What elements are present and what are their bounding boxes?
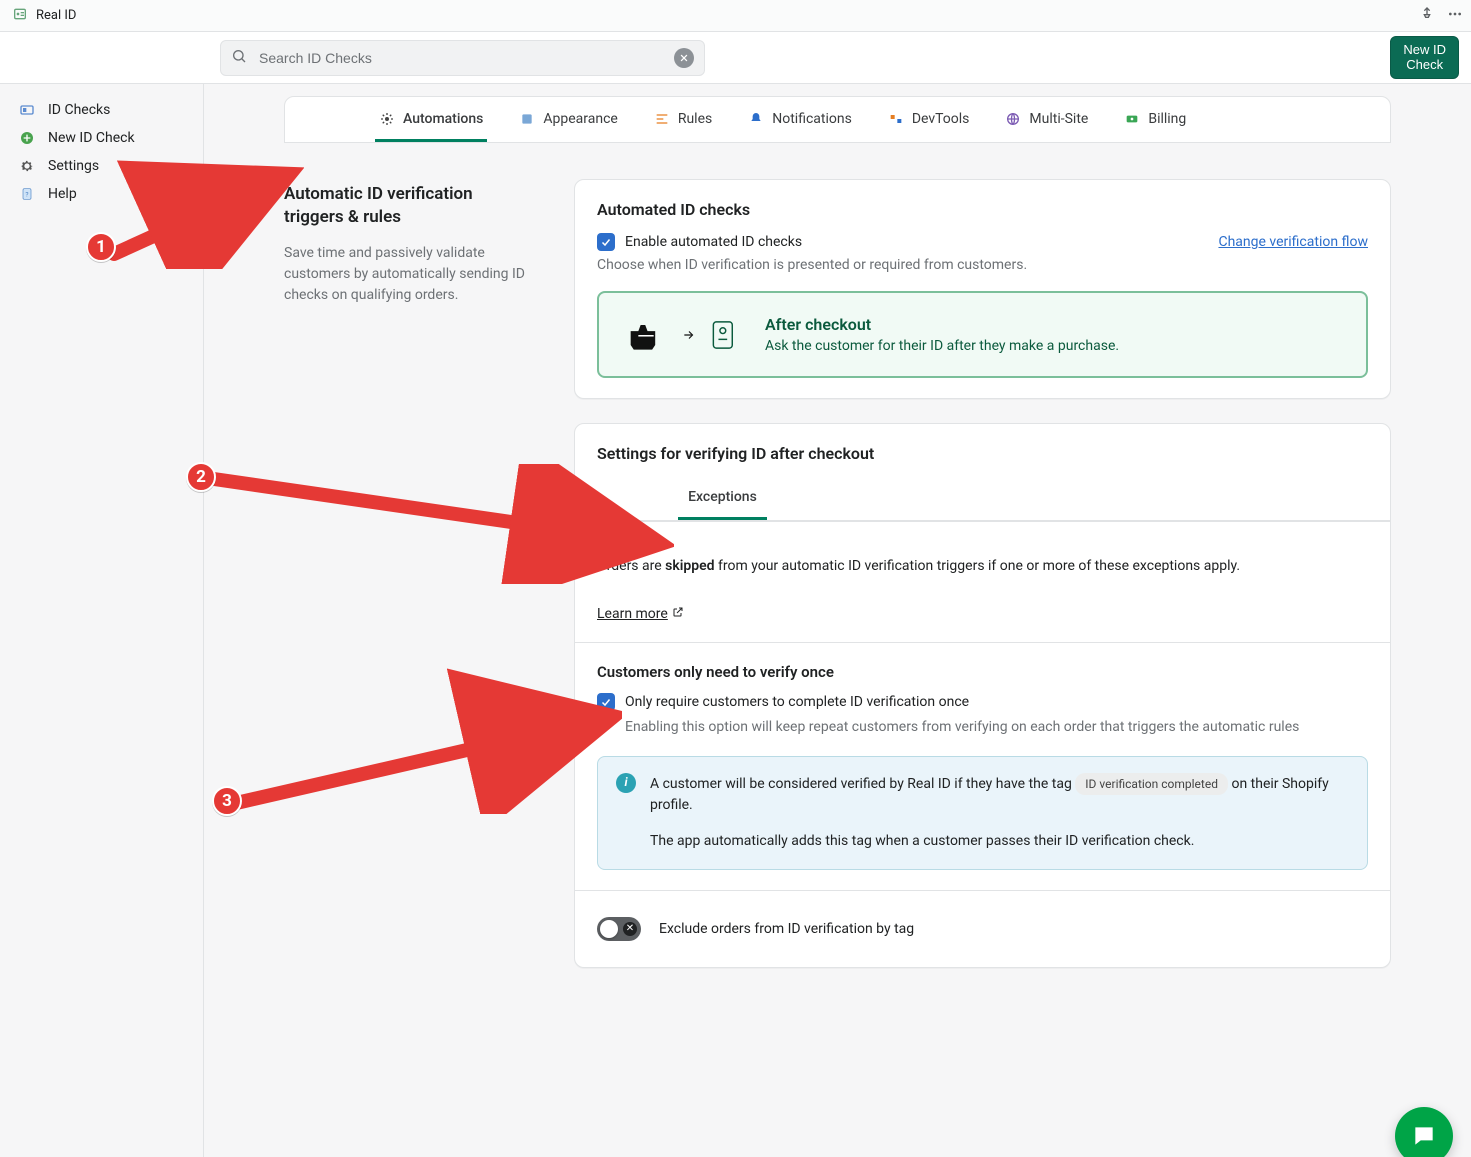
intro: Automatic ID verification triggers & rul… (284, 179, 534, 968)
settings-tabs: Automations Appearance Rules Notificatio… (284, 96, 1391, 143)
tab-label: Notifications (772, 111, 852, 127)
appearance-icon (519, 111, 535, 127)
checkbox-enable-automated[interactable] (597, 233, 615, 251)
clear-search-icon[interactable] (674, 48, 694, 68)
search-field[interactable] (220, 40, 705, 76)
svg-text:?: ? (25, 191, 28, 199)
sidebar-item-label: Settings (48, 158, 99, 174)
flow-title: After checkout (765, 315, 1119, 334)
more-icon[interactable] (1447, 6, 1463, 26)
tab-automations[interactable]: Automations (375, 97, 487, 142)
intro-body: Save time and passively validate custome… (284, 243, 534, 306)
tab-notifications[interactable]: Notifications (744, 97, 856, 142)
help-doc-icon: ? (18, 186, 36, 202)
info-icon: i (616, 773, 636, 793)
pin-icon[interactable] (1419, 6, 1435, 26)
exclude-by-tag-row: ✕ Exclude orders from ID verification by… (575, 890, 1390, 967)
titlebar: Real ID (0, 0, 1471, 32)
toggle-off-icon: ✕ (623, 922, 637, 936)
subtab-label: Exceptions (688, 489, 757, 505)
tab-label: Appearance (543, 111, 617, 127)
sidebar-item-label: Help (48, 186, 77, 202)
main: Automations Appearance Rules Notificatio… (204, 84, 1471, 1157)
external-link-icon (672, 606, 684, 622)
billing-icon (1124, 111, 1140, 127)
flow-body: Ask the customer for their ID after they… (765, 338, 1119, 354)
tab-label: DevTools (912, 111, 970, 127)
learn-more-link[interactable]: Learn more (597, 606, 684, 622)
tab-label: Multi-Site (1029, 111, 1088, 127)
search-input[interactable] (257, 49, 664, 67)
info-box: i A customer will be considered verified… (597, 756, 1368, 870)
tag-pill: ID verification completed (1075, 773, 1228, 796)
devtools-icon (888, 111, 904, 127)
card-after-checkout-settings: Settings for verifying ID after checkout… (574, 423, 1391, 968)
toggle-label: Exclude orders from ID verification by t… (659, 921, 914, 937)
app-logo-icon (12, 6, 28, 26)
rules-icon (654, 111, 670, 127)
new-id-check-button[interactable]: New ID Check (1390, 36, 1459, 80)
after-checkout-subtabs: Triggers Exceptions (575, 477, 1390, 521)
bell-icon (748, 111, 764, 127)
sidebar-item-new-id-check[interactable]: New ID Check (10, 124, 193, 152)
sidebar-item-help[interactable]: ? Help (10, 180, 193, 208)
gear-icon (379, 111, 395, 127)
verify-once-hint: Enabling this option will keep repeat cu… (625, 717, 1368, 738)
sidebar: ID Checks New ID Check Settings ? Help (0, 84, 204, 1157)
checkbox-verify-once[interactable] (597, 693, 615, 711)
plus-circle-icon (18, 130, 36, 146)
selected-flow: After checkout Ask the customer for thei… (597, 291, 1368, 378)
id-card-icon (18, 102, 36, 118)
tab-billing[interactable]: Billing (1120, 97, 1190, 142)
window-title: Real ID (36, 8, 76, 23)
tab-multi-site[interactable]: Multi-Site (1001, 97, 1092, 142)
tab-label: Billing (1148, 111, 1186, 127)
flow-illustration (623, 317, 741, 353)
sidebar-item-settings[interactable]: Settings (10, 152, 193, 180)
info-line-1: A customer will be considered verified b… (650, 773, 1349, 817)
exceptions-description: Orders are skipped from your automatic I… (597, 556, 1368, 578)
toggle-exclude-by-tag[interactable]: ✕ (597, 917, 641, 941)
sidebar-item-label: ID Checks (48, 102, 110, 118)
tab-label: Rules (678, 111, 712, 127)
chat-fab[interactable] (1395, 1107, 1453, 1157)
change-flow-link[interactable]: Change verification flow (1218, 234, 1368, 250)
info-line-2: The app automatically adds this tag when… (650, 831, 1349, 853)
card-automated-checks: Automated ID checks Enable automated ID … (574, 179, 1391, 399)
card-title: Settings for verifying ID after checkout (597, 444, 1368, 463)
verify-once-label: Only require customers to complete ID ve… (625, 694, 969, 710)
sidebar-item-id-checks[interactable]: ID Checks (10, 96, 193, 124)
gear-icon (18, 158, 36, 174)
enable-label: Enable automated ID checks (625, 234, 802, 250)
tab-rules[interactable]: Rules (650, 97, 716, 142)
tab-label: Automations (403, 111, 483, 127)
subtab-exceptions[interactable]: Exceptions (678, 477, 767, 520)
choose-text: Choose when ID verification is presented… (597, 257, 1368, 273)
search-icon (231, 48, 247, 68)
sidebar-item-label: New ID Check (48, 130, 135, 146)
verify-once-title: Customers only need to verify once (597, 663, 1368, 681)
tab-devtools[interactable]: DevTools (884, 97, 974, 142)
multisite-icon (1005, 111, 1021, 127)
tab-appearance[interactable]: Appearance (515, 97, 621, 142)
intro-heading: Automatic ID verification triggers & rul… (284, 183, 534, 229)
card-title: Automated ID checks (597, 200, 1368, 219)
topbar: New ID Check (0, 32, 1471, 84)
